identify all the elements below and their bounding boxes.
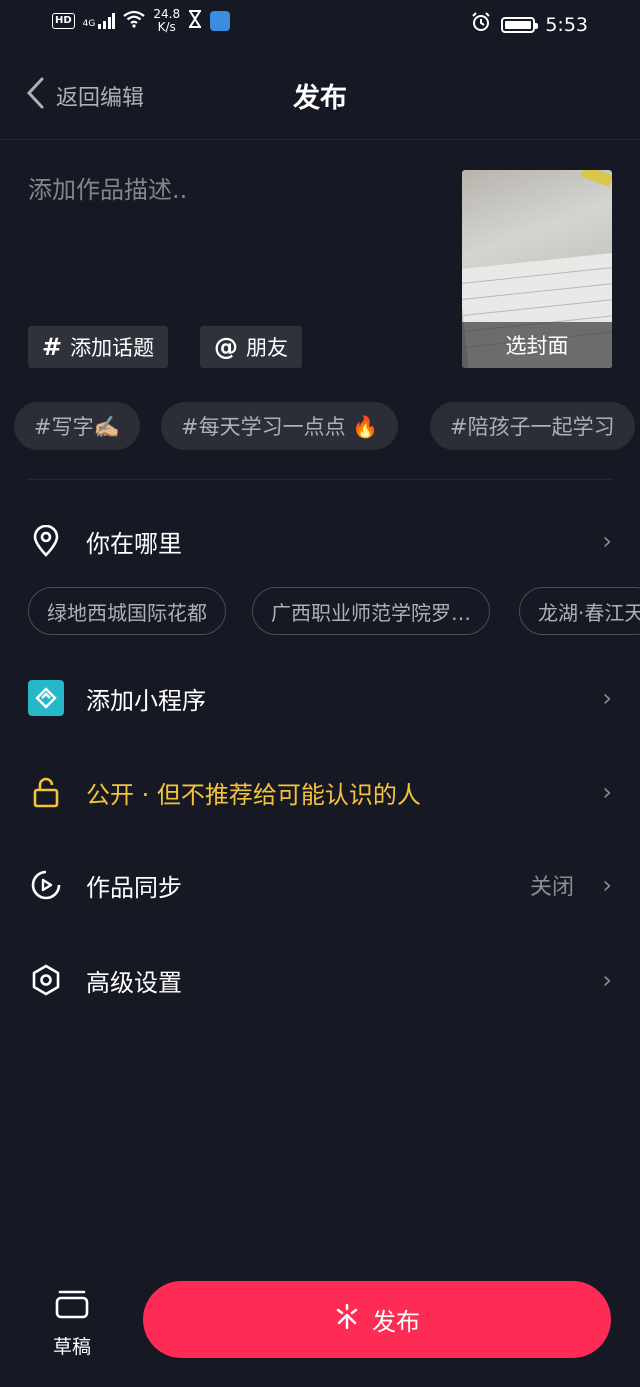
topic-suggestion[interactable]: #每天学习一点点 🔥 bbox=[161, 402, 399, 450]
advanced-settings-label: 高级设置 bbox=[86, 968, 182, 997]
publish-button[interactable]: 发布 bbox=[143, 1281, 611, 1358]
cover-image-detail bbox=[580, 170, 612, 187]
cloud-app-icon bbox=[210, 11, 231, 31]
mini-program-icon bbox=[28, 680, 64, 716]
description-input[interactable] bbox=[28, 170, 438, 310]
status-bar: HD 4G 24.8 K/s 5:53 bbox=[0, 0, 640, 48]
location-label: 你在哪里 bbox=[86, 529, 182, 558]
unlock-icon bbox=[28, 774, 64, 810]
add-topic-label: 添加话题 bbox=[70, 336, 155, 360]
alarm-icon bbox=[471, 12, 491, 37]
sync-row[interactable]: 作品同步 关闭 › bbox=[0, 855, 640, 915]
chevron-right-icon: › bbox=[602, 871, 612, 899]
header-divider bbox=[0, 139, 640, 140]
sync-icon bbox=[28, 867, 64, 903]
topic-suggestion[interactable]: #写字✍🏼 bbox=[14, 402, 140, 450]
mention-friend-label: 朋友 bbox=[246, 336, 288, 360]
page-title: 发布 bbox=[293, 83, 347, 114]
mini-program-label: 添加小程序 bbox=[86, 686, 206, 715]
at-icon: @ bbox=[214, 333, 238, 361]
status-right: 5:53 bbox=[471, 12, 588, 37]
location-suggestion[interactable]: 龙湖·春江天 bbox=[519, 587, 640, 635]
privacy-label: 公开 · 但不推荐给可能认识的人 bbox=[86, 780, 421, 809]
battery-icon bbox=[501, 16, 539, 33]
hd-indicator: HD bbox=[52, 13, 75, 29]
location-suggestion[interactable]: 广西职业师范学院罗… bbox=[252, 587, 490, 635]
section-divider bbox=[28, 479, 612, 480]
location-suggestion[interactable]: 绿地西城国际花都 bbox=[28, 587, 226, 635]
chevron-right-icon: › bbox=[602, 778, 612, 806]
hashtag-icon: # bbox=[42, 333, 63, 361]
advanced-settings-row[interactable]: 高级设置 › bbox=[0, 950, 640, 1010]
location-pin-icon bbox=[28, 523, 64, 559]
status-left: HD 4G 24.8 K/s bbox=[52, 7, 231, 34]
chevron-right-icon: › bbox=[602, 527, 612, 555]
publish-label: 发布 bbox=[372, 1308, 420, 1336]
drafts-label: 草稿 bbox=[52, 1336, 91, 1358]
cover-thumbnail[interactable]: 选封面 bbox=[462, 170, 612, 368]
sync-value: 关闭 bbox=[529, 875, 574, 900]
topic-suggestion[interactable]: #陪孩子一起学习 bbox=[430, 402, 635, 450]
signal-icon: 4G bbox=[83, 13, 116, 29]
network-speed: 24.8 K/s bbox=[153, 7, 181, 34]
sparkle-icon bbox=[334, 1303, 360, 1336]
chevron-right-icon: › bbox=[602, 684, 612, 712]
add-topic-button[interactable]: # 添加话题 bbox=[28, 326, 169, 368]
location-row[interactable]: 你在哪里 › bbox=[0, 511, 640, 571]
mention-friend-button[interactable]: @ 朋友 bbox=[200, 326, 302, 368]
chevron-right-icon: › bbox=[602, 966, 612, 994]
drafts-box-icon bbox=[55, 1290, 89, 1324]
hourglass-icon bbox=[188, 9, 202, 33]
wifi-icon bbox=[123, 10, 146, 33]
mini-program-row[interactable]: 添加小程序 › bbox=[0, 668, 640, 728]
drafts-button[interactable]: 草稿 bbox=[40, 1290, 104, 1358]
select-cover-label: 选封面 bbox=[462, 322, 612, 368]
privacy-row[interactable]: 公开 · 但不推荐给可能认识的人 › bbox=[0, 762, 640, 822]
clock: 5:53 bbox=[545, 13, 588, 36]
sync-label: 作品同步 bbox=[86, 873, 182, 902]
hexagon-settings-icon bbox=[28, 962, 64, 998]
